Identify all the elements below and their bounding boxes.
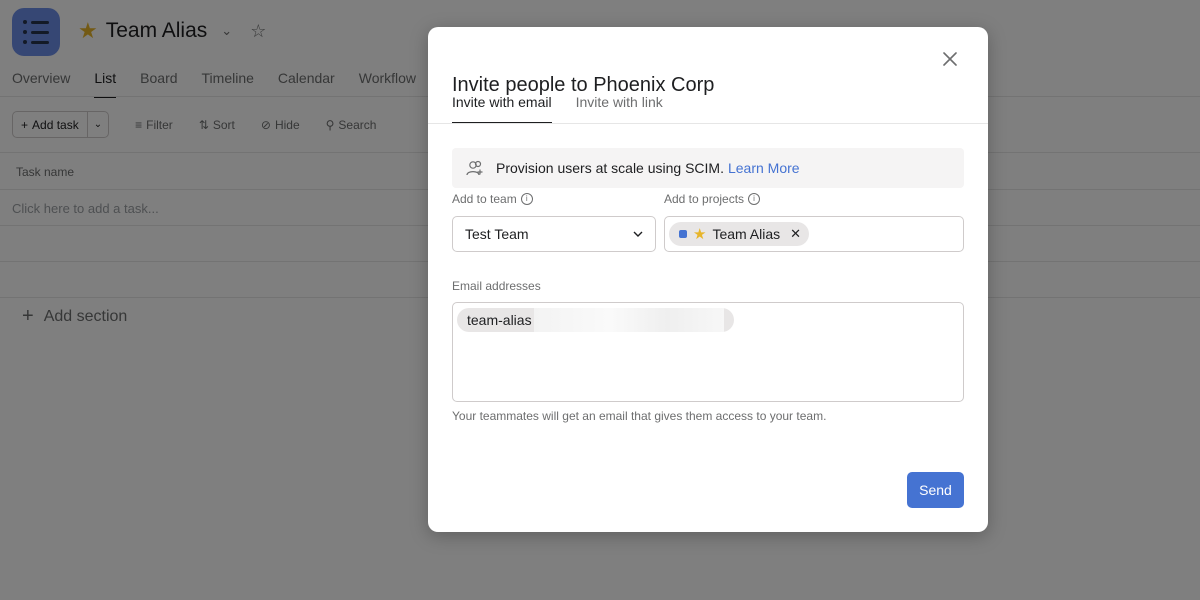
info-icon[interactable]: i bbox=[748, 193, 761, 205]
star-icon: ★ bbox=[693, 226, 707, 243]
send-button[interactable]: Send bbox=[907, 472, 964, 508]
project-chip-label: Team Alias bbox=[712, 226, 781, 242]
email-chip[interactable]: team-alias bbox=[457, 308, 734, 332]
helper-text: Your teammates will get an email that gi… bbox=[452, 409, 827, 423]
scim-text: Provision users at scale using SCIM. bbox=[496, 160, 724, 176]
team-select-value: Test Team bbox=[465, 226, 529, 242]
email-chip-label: team-alias bbox=[467, 312, 532, 328]
email-addresses-label: Email addresses bbox=[452, 279, 541, 293]
learn-more-link[interactable]: Learn More bbox=[728, 160, 800, 176]
add-to-projects-label: Add to projects i bbox=[664, 192, 761, 206]
add-to-team-label: Add to team i bbox=[452, 192, 533, 206]
scim-banner: Provision users at scale using SCIM. Lea… bbox=[452, 148, 964, 188]
project-color-square bbox=[679, 230, 687, 238]
team-select[interactable]: Test Team bbox=[452, 216, 656, 252]
tab-invite-with-email[interactable]: Invite with email bbox=[452, 94, 552, 124]
users-icon bbox=[466, 160, 484, 176]
chevron-down-icon bbox=[633, 231, 643, 237]
close-button[interactable] bbox=[938, 47, 962, 71]
tab-invite-with-link[interactable]: Invite with link bbox=[576, 94, 663, 124]
invite-tabs: Invite with email Invite with link bbox=[452, 94, 663, 124]
tabs-divider bbox=[428, 123, 988, 124]
invite-dialog: Invite people to Phoenix Corp Invite wit… bbox=[428, 27, 988, 532]
email-addresses-input[interactable]: team-alias bbox=[452, 302, 964, 402]
close-icon bbox=[943, 52, 957, 66]
projects-input[interactable]: ★ Team Alias ✕ bbox=[664, 216, 964, 252]
redacted-area bbox=[533, 308, 724, 332]
remove-chip-icon[interactable]: ✕ bbox=[790, 226, 801, 242]
info-icon[interactable]: i bbox=[520, 193, 533, 205]
project-chip: ★ Team Alias ✕ bbox=[669, 222, 810, 246]
